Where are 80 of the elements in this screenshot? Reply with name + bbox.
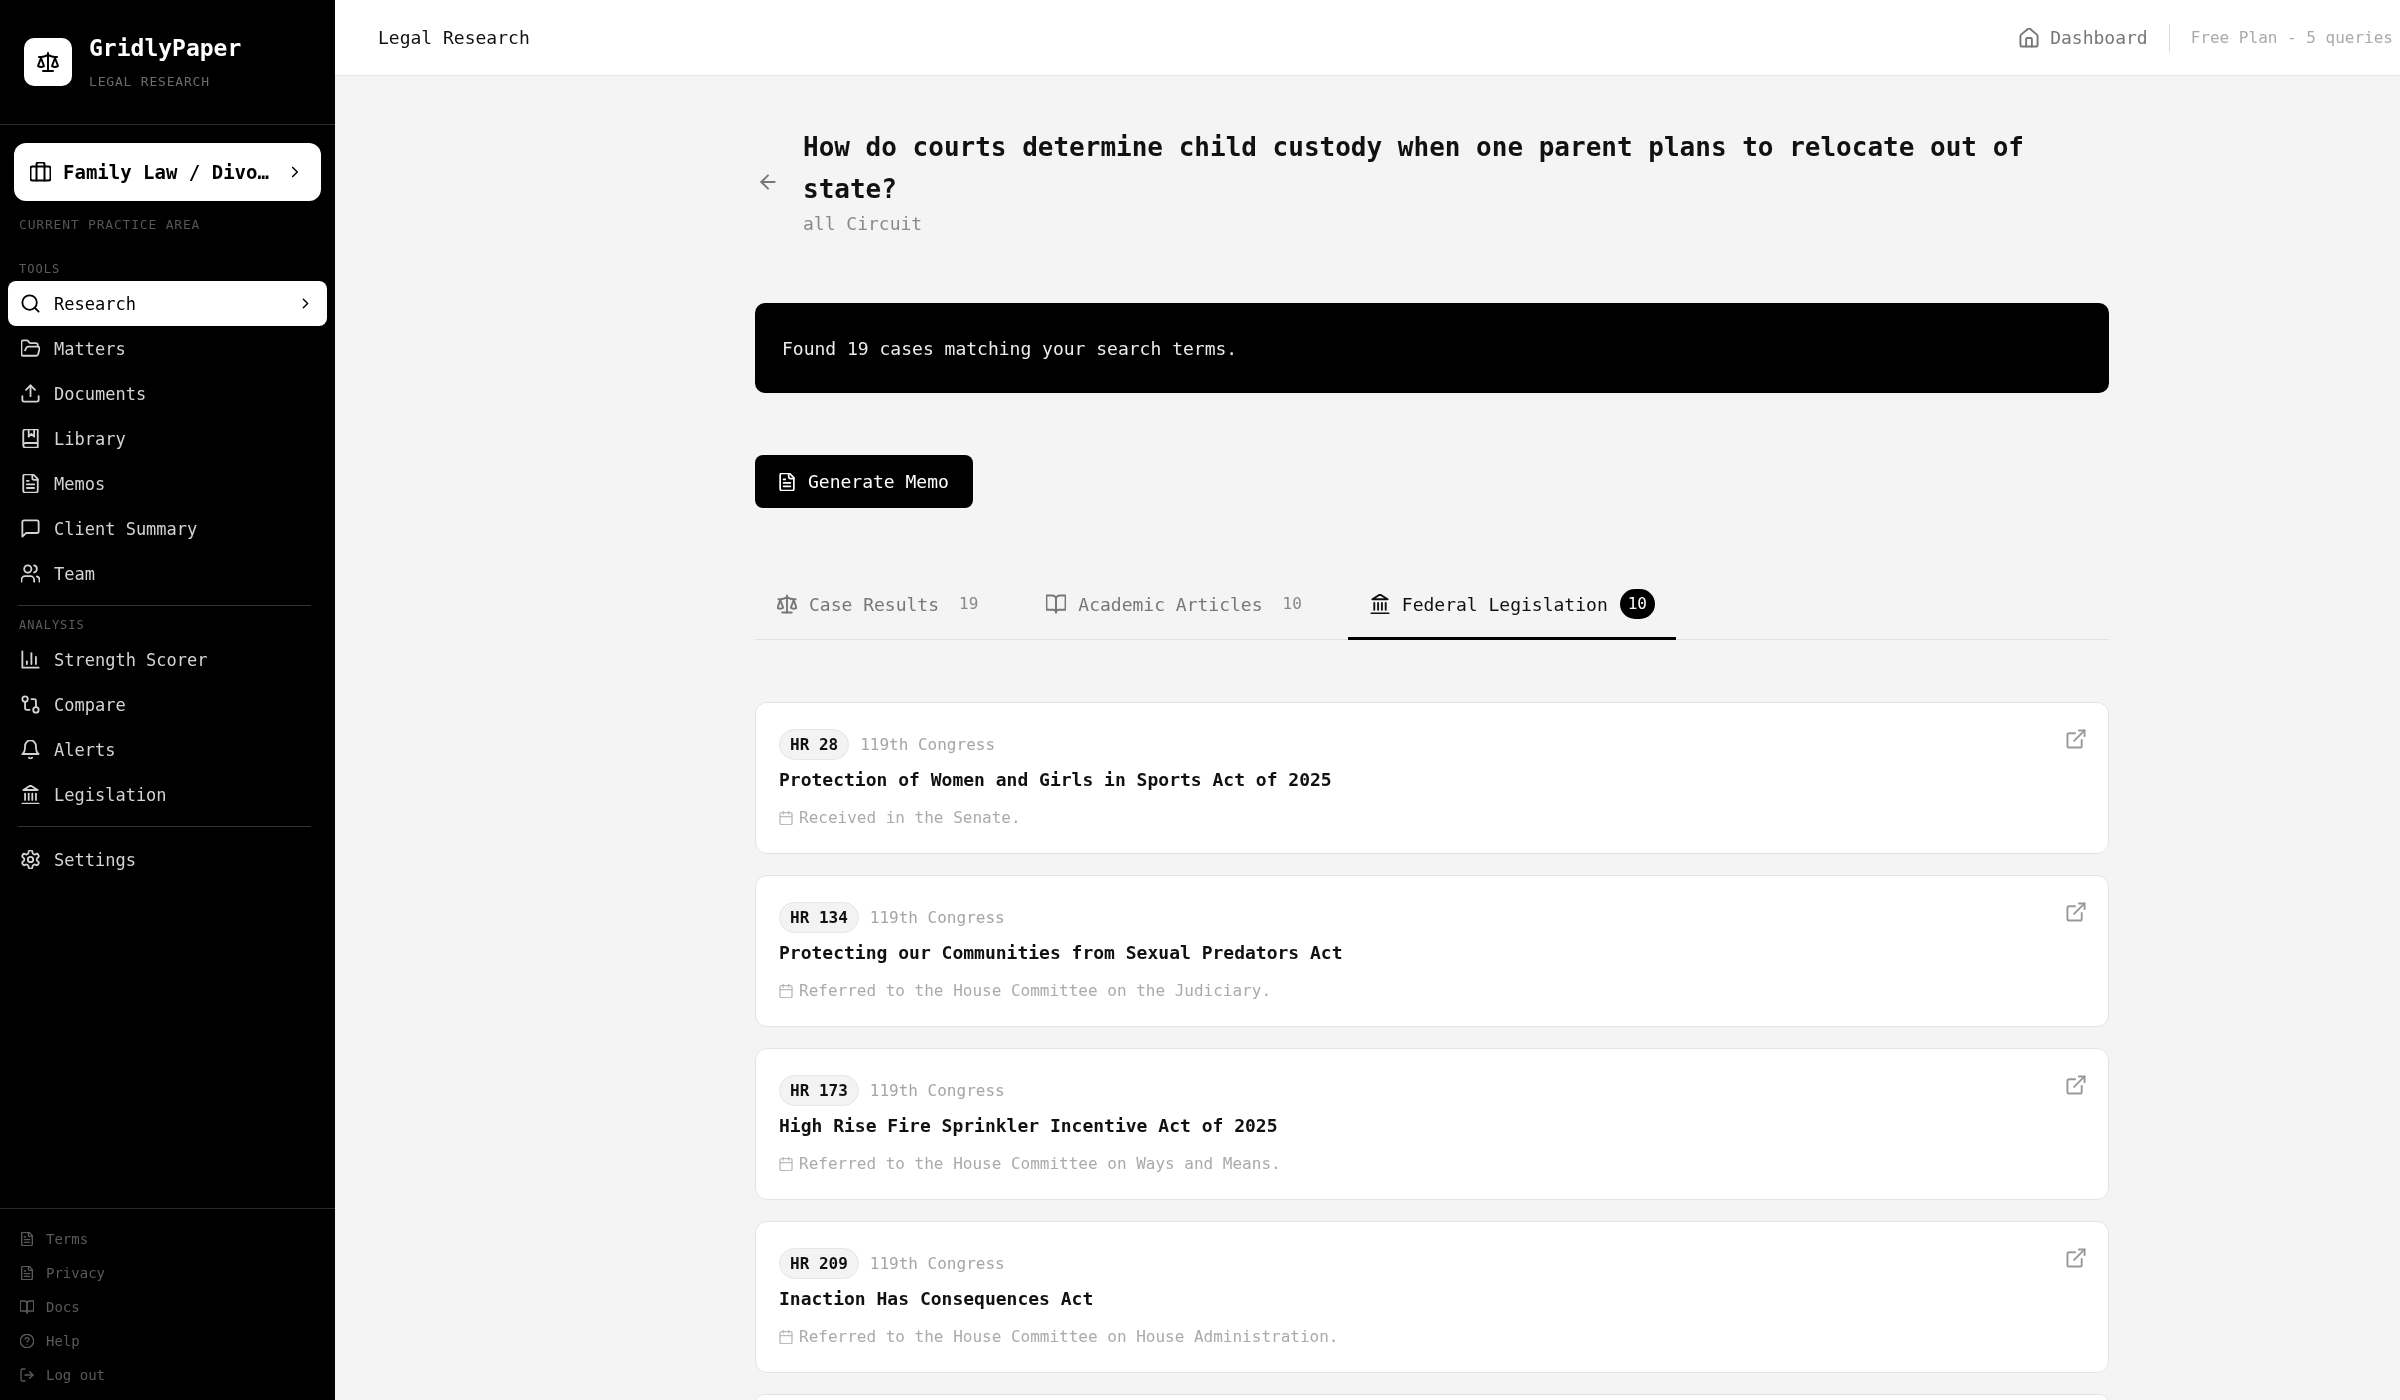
tab[interactable]: Case Results 19 <box>755 579 1008 640</box>
users-icon <box>21 564 40 583</box>
nav-item[interactable]: Client Summary <box>8 506 327 551</box>
landmark-icon <box>1369 594 1390 614</box>
compare-icon <box>21 695 40 714</box>
document-icon <box>21 474 40 493</box>
back-icon[interactable] <box>758 172 778 192</box>
calendar-icon <box>779 984 793 998</box>
question-title: How do courts determine child custody when one parent plans to relocate out of state? <box>803 131 2025 206</box>
bill-title: High Rise Fire Sprinkler Incentive Act of 2025 <box>779 1114 1279 1138</box>
external-link-icon[interactable] <box>2066 1075 2086 1095</box>
briefcase-icon <box>30 161 51 183</box>
nav-item[interactable]: Documents <box>8 371 327 416</box>
external-link-icon[interactable] <box>2066 729 2086 749</box>
generate-memo-button[interactable]: Generate Memo <box>755 455 973 508</box>
tab-count: 10 <box>1281 593 1303 615</box>
practice-area-selector[interactable]: Family Law / Divo… <box>14 143 321 201</box>
calendar-icon <box>779 1330 793 1344</box>
scales-icon <box>777 594 797 614</box>
nav-item[interactable]: Research <box>8 281 327 326</box>
bill-number-badge: HR 28 <box>779 729 850 760</box>
book-icon <box>21 429 40 448</box>
nav-item[interactable]: Matters <box>8 326 327 371</box>
bar-chart-icon <box>21 650 40 669</box>
bill-status: Referred to the House Committee on Ways and Means. <box>799 1153 1281 1175</box>
nav-item[interactable]: Alerts <box>8 727 327 772</box>
congress-label: 119th Congress <box>869 1081 1005 1100</box>
nav-item[interactable]: Compare <box>8 682 327 727</box>
calendar-icon <box>779 811 793 825</box>
logout-icon <box>20 1368 34 1382</box>
results-banner: Found 19 cases matching your search terms. <box>755 303 2109 393</box>
tab-count: 10 <box>1619 589 1655 619</box>
tab[interactable]: Federal Legislation 10 <box>1347 579 1676 640</box>
congress-label: 119th Congress <box>869 1254 1005 1273</box>
brand-name: GridlyPaper <box>89 34 242 62</box>
section-heading: TOOLS <box>18 262 62 278</box>
logo-icon <box>24 38 72 86</box>
calendar-icon <box>779 1157 793 1171</box>
help-icon <box>20 1334 34 1348</box>
search-icon <box>21 294 40 313</box>
bill-title: Protection of Women and Girls in Sports Act of 2025 <box>779 768 1333 792</box>
bill-status: Referred to the House Committee on the Judiciary. <box>799 980 1271 1002</box>
brand-tagline: LEGAL RESEARCH <box>89 73 211 90</box>
folder-icon <box>21 339 40 358</box>
external-link-icon[interactable] <box>2066 902 2086 922</box>
bill-status: Referred to the House Committee on House Administration. <box>799 1326 1339 1348</box>
document-icon <box>778 472 796 491</box>
jurisdiction-label: all Circuit <box>803 212 924 236</box>
congress-label: 119th Congress <box>860 735 996 754</box>
landmark-icon <box>21 785 40 804</box>
settings-icon <box>21 850 40 869</box>
bill-number-badge: HR 173 <box>779 1075 859 1106</box>
nav-item[interactable]: Library <box>8 416 327 461</box>
nav-item[interactable]: Strength Scorer <box>8 637 327 682</box>
open-book-icon <box>1046 594 1067 614</box>
open-book-icon <box>20 1300 34 1314</box>
bill-number-badge: HR 209 <box>779 1248 859 1279</box>
document-icon <box>20 1232 34 1246</box>
nav-item[interactable]: Team <box>8 551 327 596</box>
bill-number-badge: HR 134 <box>779 902 859 933</box>
congress-label: 119th Congress <box>869 908 1005 927</box>
page-title: Legal Research <box>378 27 530 48</box>
home-icon <box>2019 27 2040 48</box>
bell-icon <box>21 740 40 759</box>
document-icon <box>20 1266 34 1280</box>
bill-status: Received in the Senate. <box>799 807 1021 829</box>
upload-icon <box>21 384 40 403</box>
bill-title: Protecting our Communities from Sexual Predators Act <box>779 941 1344 965</box>
nav-item[interactable]: Settings <box>8 837 327 882</box>
section-heading: ANALYSIS <box>18 618 86 634</box>
nav-item[interactable]: Legislation <box>8 772 327 817</box>
bill-title: Inaction Has Consequences Act <box>779 1287 1095 1311</box>
practice-area-caption: CURRENT PRACTICE AREA <box>18 216 202 234</box>
tab[interactable]: Academic Articles 10 <box>1024 579 1331 640</box>
nav-item[interactable]: Memos <box>8 461 327 506</box>
dashboard-link[interactable]: Dashboard <box>2019 27 2148 48</box>
chat-bubble-icon <box>21 519 40 538</box>
tab-count: 19 <box>958 593 980 615</box>
external-link-icon[interactable] <box>2066 1248 2086 1268</box>
plan-status: Free Plan - 5 queries <box>2190 28 2393 47</box>
